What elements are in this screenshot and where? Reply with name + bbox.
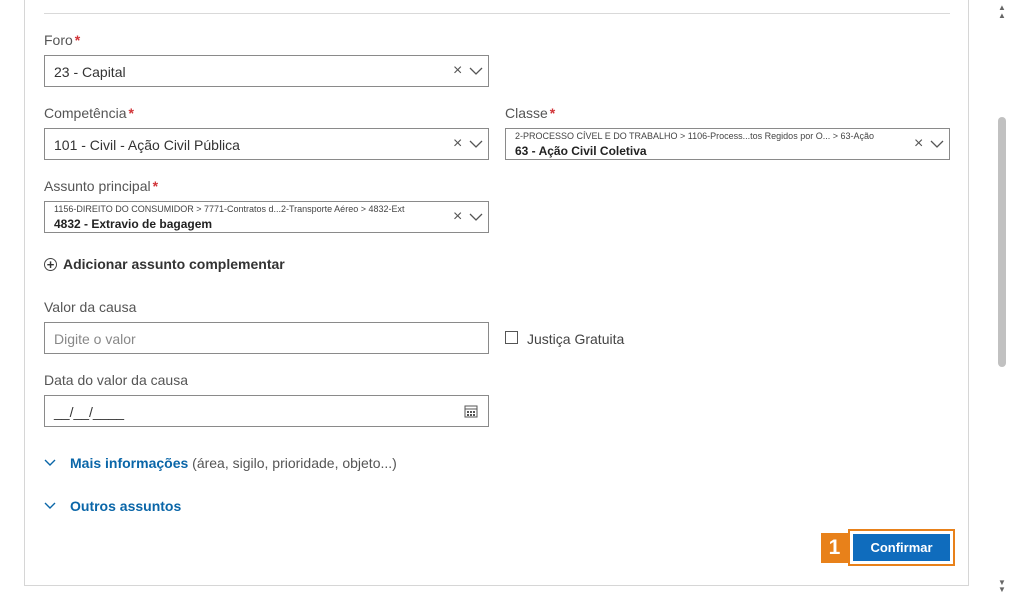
classe-select[interactable]: 2-PROCESSO CÍVEL E DO TRABALHO > 1106-Pr… (505, 128, 950, 160)
mais-info-label: Mais informações (70, 455, 189, 471)
justica-label: Justiça Gratuita (527, 331, 625, 347)
clear-icon[interactable]: × (453, 62, 462, 80)
data-valor-input[interactable]: __/__/____ (44, 395, 489, 427)
chevron-down-icon (44, 459, 56, 466)
competencia-label: Competência * (44, 105, 134, 121)
scroll-up-icon[interactable]: ▲ (995, 12, 1009, 20)
add-assunto-label: Adicionar assunto complementar (63, 256, 285, 272)
classe-label: Classe * (505, 105, 556, 121)
valor-label: Valor da causa (44, 299, 137, 315)
assunto-select[interactable]: 1156-DIREITO DO CONSUMIDOR > 7771-Contra… (44, 201, 489, 233)
justica-checkbox[interactable] (505, 331, 518, 344)
competencia-value: 101 - Civil - Ação Civil Pública (54, 137, 240, 153)
classe-path: 2-PROCESSO CÍVEL E DO TRABALHO > 1106-Pr… (515, 131, 874, 141)
plus-circle-icon: + (44, 257, 57, 271)
clear-icon[interactable]: × (453, 135, 462, 153)
scroll-down-icon[interactable]: ▼ (995, 586, 1009, 594)
highlight-box: Confirmar (848, 529, 955, 566)
step-badge: 1 (821, 533, 848, 563)
foro-value: 23 - Capital (54, 64, 126, 80)
valor-placeholder: Digite o valor (54, 331, 136, 347)
divider (44, 13, 950, 14)
classe-value: 63 - Ação Civil Coletiva (515, 144, 647, 158)
confirm-button[interactable]: Confirmar (853, 534, 950, 561)
calendar-icon[interactable] (464, 404, 478, 418)
competencia-select[interactable]: 101 - Civil - Ação Civil Pública × (44, 128, 489, 160)
outros-assuntos-toggle[interactable]: Outros assuntos (44, 498, 181, 514)
assunto-path: 1156-DIREITO DO CONSUMIDOR > 7771-Contra… (54, 204, 405, 214)
outros-assuntos-label: Outros assuntos (70, 498, 182, 514)
data-valor-value: __/__/____ (54, 404, 125, 420)
assunto-value: 4832 - Extravio de bagagem (54, 217, 213, 231)
mais-info-toggle[interactable]: Mais informações (área, sigilo, priorida… (44, 455, 397, 471)
chevron-down-icon (44, 502, 56, 509)
mais-info-sub: (área, sigilo, prioridade, objeto...) (192, 455, 397, 471)
scrollbar-thumb[interactable] (998, 117, 1006, 367)
assunto-label: Assunto principal * (44, 178, 159, 194)
foro-select[interactable]: 23 - Capital × (44, 55, 489, 87)
data-valor-label: Data do valor da causa (44, 372, 188, 388)
chevron-down-icon[interactable] (930, 140, 944, 149)
valor-input[interactable]: Digite o valor (44, 322, 489, 354)
chevron-down-icon[interactable] (469, 67, 483, 76)
clear-icon[interactable]: × (914, 135, 923, 153)
chevron-down-icon[interactable] (469, 140, 483, 149)
clear-icon[interactable]: × (453, 208, 462, 226)
foro-label: Foro * (44, 32, 81, 48)
chevron-down-icon[interactable] (469, 213, 483, 222)
add-assunto-button[interactable]: + Adicionar assunto complementar (44, 256, 285, 272)
